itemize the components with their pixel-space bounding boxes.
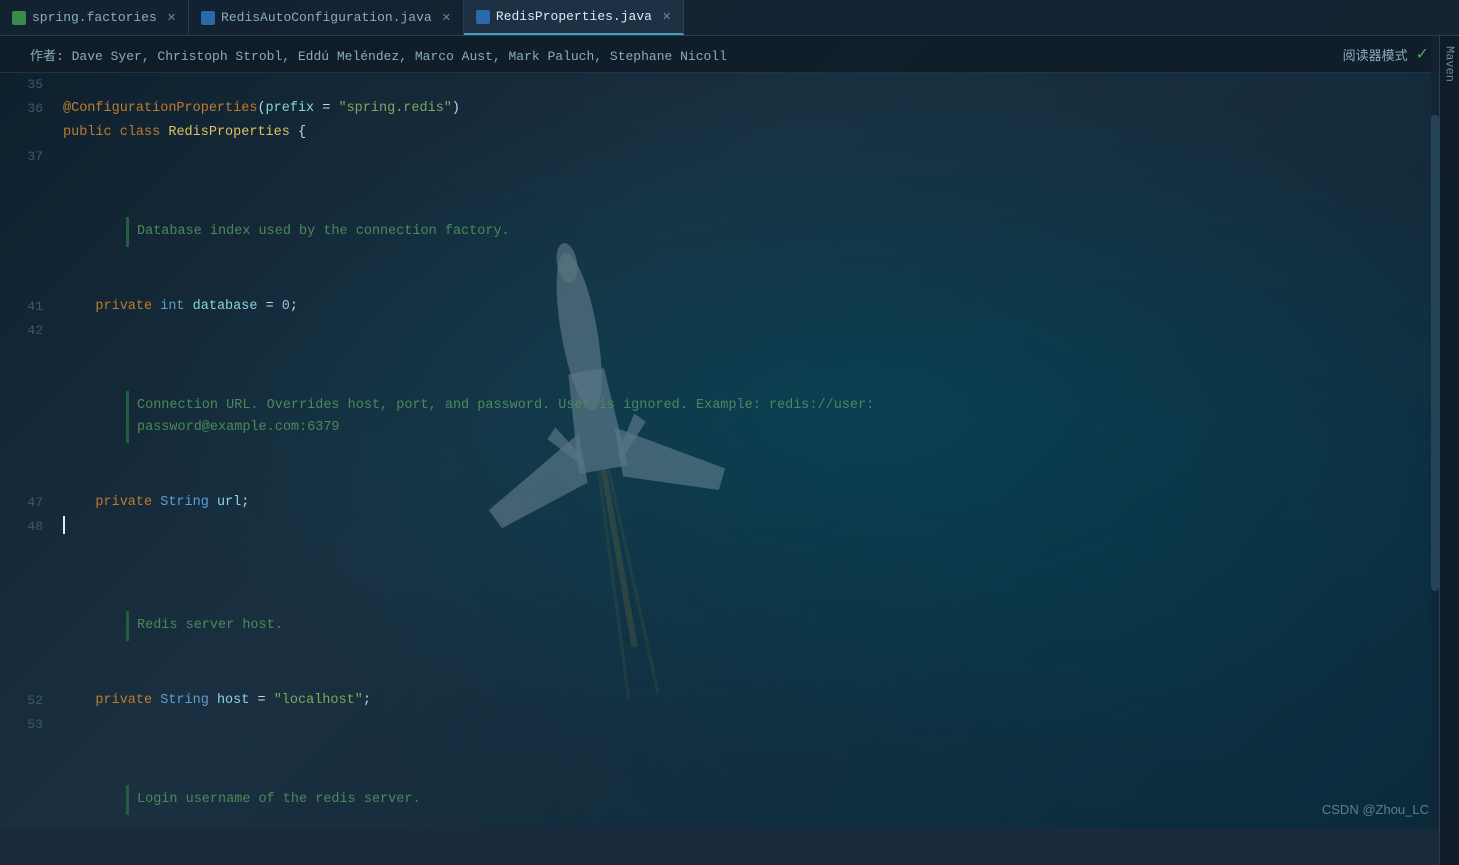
tab-label-spring-factories: spring.factories <box>32 10 157 25</box>
reader-mode-section: 阅读器模式 ✓ <box>1343 44 1429 64</box>
comment-host: Redis server host. <box>126 611 1459 641</box>
code-line-35: 35 <box>0 73 1459 97</box>
scrollbar-track[interactable] <box>1431 36 1439 829</box>
code-line-53: 53 <box>0 713 1459 737</box>
code-line-36-class: public class RedisProperties { <box>0 121 1459 145</box>
code-line-47: 47 private String url; <box>0 491 1459 515</box>
tab-bar: spring.factories ✕ RedisAutoConfiguratio… <box>0 0 1459 36</box>
tab-close-redis-properties[interactable]: ✕ <box>662 10 671 24</box>
code-editor: 作者: Dave Syer, Christoph Strobl, Eddú Me… <box>0 36 1459 829</box>
comment-database: Database index used by the connection fa… <box>126 217 1459 247</box>
right-sidebar: Maven <box>1439 36 1459 865</box>
check-icon: ✓ <box>1416 44 1429 64</box>
code-line-52: 52 private String host = "localhost"; <box>0 689 1459 713</box>
tab-label-redis-auto-config: RedisAutoConfiguration.java <box>221 10 432 25</box>
tab-redis-auto-config[interactable]: RedisAutoConfiguration.java ✕ <box>189 0 464 35</box>
watermark: CSDN @Zhou_LC <box>1322 802 1429 817</box>
code-line-comment-url: Connection URL. Overrides host, port, an… <box>0 343 1459 491</box>
scrollbar-thumb[interactable] <box>1431 115 1439 591</box>
code-line-comment-database: Database index used by the connection fa… <box>0 169 1459 295</box>
editor-container: spring.factories ✕ RedisAutoConfiguratio… <box>0 0 1459 829</box>
author-bar: 作者: Dave Syer, Christoph Strobl, Eddú Me… <box>0 36 1459 73</box>
code-line-spacer1 <box>0 539 1459 563</box>
redis-properties-icon <box>476 10 490 24</box>
comment-username: Login username of the redis server. <box>126 785 1459 815</box>
code-line-comment-host: Redis server host. <box>0 563 1459 689</box>
spring-factories-icon <box>12 11 26 25</box>
maven-label[interactable]: Maven <box>1443 46 1457 82</box>
tab-close-spring-factories[interactable]: ✕ <box>167 11 176 25</box>
reader-mode-label[interactable]: 阅读器模式 <box>1343 45 1408 64</box>
code-line-36-annotation: 36 @ConfigurationProperties(prefix = "sp… <box>0 97 1459 121</box>
code-scroll-area[interactable]: 35 36 @ConfigurationProperties(prefix = … <box>0 73 1459 829</box>
code-line-41: 41 private int database = 0; <box>0 295 1459 319</box>
code-line-comment-username: Login username of the redis server. <box>0 737 1459 829</box>
code-line-42: 42 <box>0 319 1459 343</box>
code-lines: 35 36 @ConfigurationProperties(prefix = … <box>0 73 1459 829</box>
author-text: 作者: Dave Syer, Christoph Strobl, Eddú Me… <box>30 45 727 64</box>
redis-auto-config-icon <box>201 11 215 25</box>
tab-label-redis-properties: RedisProperties.java <box>496 9 652 24</box>
comment-url: Connection URL. Overrides host, port, an… <box>126 391 1459 443</box>
tab-close-redis-auto-config[interactable]: ✕ <box>442 11 451 25</box>
tab-spring-factories[interactable]: spring.factories ✕ <box>0 0 189 35</box>
tab-redis-properties[interactable]: RedisProperties.java ✕ <box>464 0 684 35</box>
code-line-48: 48 <box>0 515 1459 539</box>
code-line-37: 37 <box>0 145 1459 169</box>
